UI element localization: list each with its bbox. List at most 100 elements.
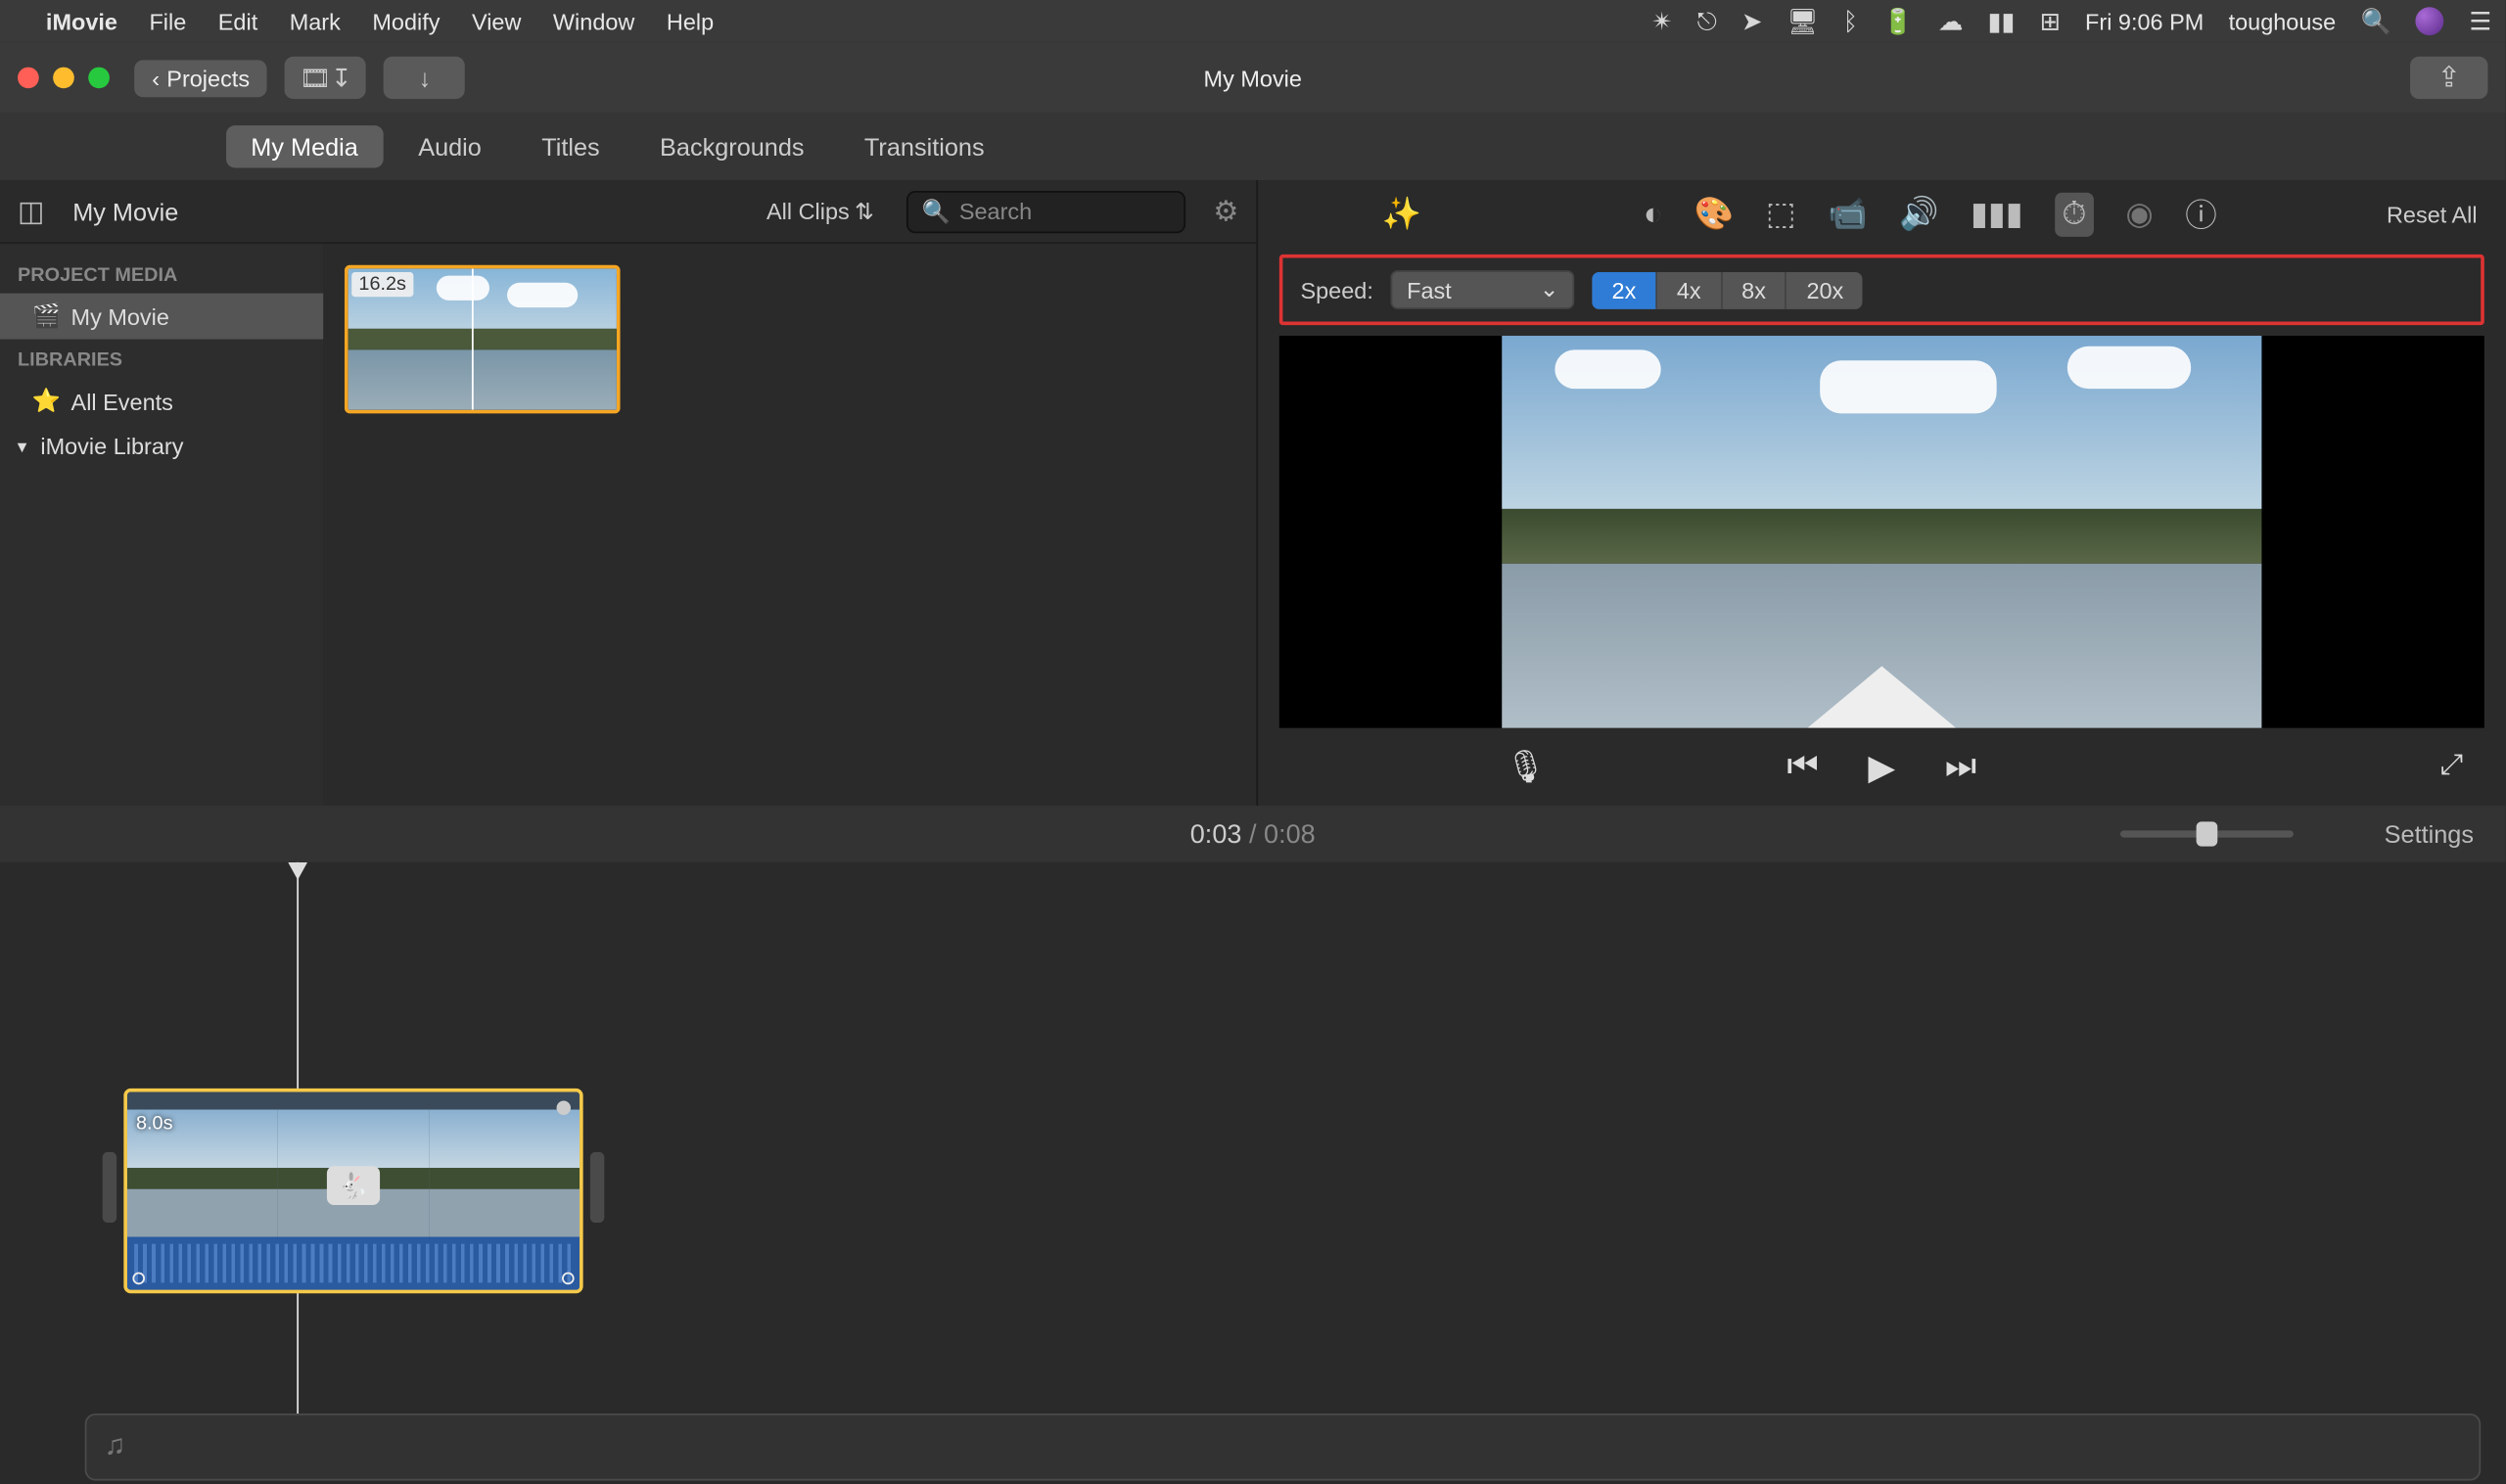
speed-controls-highlight: Speed: Fast⌄ 2x 4x 8x 20x	[1279, 255, 2484, 325]
video-overlay-icon[interactable]: ◉	[2125, 195, 2153, 232]
zoom-window-button[interactable]	[88, 68, 110, 89]
menu-edit[interactable]: Edit	[218, 8, 257, 34]
wechat-icon[interactable]: ✴	[1651, 6, 1672, 36]
speed-icon[interactable]: ⏱	[2055, 192, 2094, 236]
info-icon[interactable]: ⓘ	[2185, 191, 2216, 237]
next-button[interactable]: ⏭	[1945, 747, 1976, 788]
speed-dropdown[interactable]: Fast⌄	[1391, 270, 1575, 309]
sidebar-toggle-icon[interactable]: ◫	[18, 194, 44, 229]
tab-backgrounds[interactable]: Backgrounds	[635, 125, 829, 167]
finder-icon[interactable]: ⎋	[1697, 6, 1717, 36]
audio-fade-out-handle[interactable]	[562, 1273, 575, 1285]
fullscreen-icon[interactable]: ⤢	[2440, 751, 2463, 782]
speed-20x-button[interactable]: 20x	[1787, 271, 1864, 308]
timeline[interactable]: 8.0s 🐇 ♫	[0, 862, 2505, 1481]
speed-8x-button[interactable]: 8x	[1722, 271, 1787, 308]
volume-icon[interactable]: 🔊	[1899, 195, 1938, 232]
siri-icon[interactable]	[2416, 7, 2444, 35]
media-clip-thumbnail[interactable]: 16.2s	[345, 265, 621, 414]
clip-speed-handle[interactable]	[557, 1101, 571, 1115]
library-sidebar: PROJECT MEDIA 🎬 My Movie LIBRARIES ⭐ All…	[0, 244, 323, 806]
sidebar-item-imovie-library[interactable]: ▼ iMovie Library	[0, 424, 323, 468]
projects-back-button[interactable]: ‹ Projects	[134, 59, 267, 96]
preview-viewer[interactable]	[1279, 336, 2484, 728]
tab-audio[interactable]: Audio	[394, 125, 506, 167]
sidebar-item-all-events[interactable]: ⭐ All Events	[0, 378, 323, 424]
timeline-settings-button[interactable]: Settings	[2385, 820, 2474, 849]
event-title: My Movie	[72, 197, 178, 225]
clip-filter-dropdown[interactable]: All Clips⇅	[766, 197, 874, 225]
clip-trim-handle-right[interactable]	[590, 1152, 604, 1223]
tab-my-media[interactable]: My Media	[226, 125, 383, 167]
import-media-button[interactable]: 🎞↧	[285, 57, 366, 99]
menu-file[interactable]: File	[149, 8, 186, 34]
magic-wand-icon[interactable]: ✨	[1382, 195, 1421, 232]
speed-4x-button[interactable]: 4x	[1657, 271, 1722, 308]
library-tabs: My Media Audio Titles Backgrounds Transi…	[0, 114, 2505, 181]
color-correction-icon[interactable]: 🎨	[1694, 195, 1734, 232]
speed-2x-button[interactable]: 2x	[1593, 271, 1657, 308]
share-button[interactable]: ⇪	[2410, 57, 2487, 99]
notification-center-icon[interactable]: ☰	[2469, 6, 2491, 36]
minimize-window-button[interactable]	[53, 68, 74, 89]
app-menu[interactable]: iMovie	[46, 8, 117, 34]
bluetooth-icon[interactable]: ᛒ	[1843, 7, 1858, 35]
sidebar-item-my-movie[interactable]: 🎬 My Movie	[0, 294, 323, 340]
clip-duration-label: 16.2s	[351, 272, 413, 297]
stabilization-icon[interactable]: 📹	[1828, 195, 1867, 232]
download-button[interactable]: ↓	[384, 57, 465, 99]
background-audio-track[interactable]: ♫	[85, 1414, 2482, 1481]
menubar-clock[interactable]: Fri 9:06 PM	[2085, 8, 2204, 34]
grid-icon[interactable]: ⊞	[2040, 6, 2061, 36]
menubar-user[interactable]: toughouse	[2229, 8, 2337, 34]
voiceover-icon[interactable]: 🎙	[1506, 748, 1546, 785]
noise-eq-icon[interactable]: ▮▮▮	[1971, 195, 2023, 232]
reset-all-button[interactable]: Reset All	[2387, 201, 2478, 227]
updown-icon: ⇅	[855, 197, 874, 225]
clip-trim-handle-left[interactable]	[103, 1152, 116, 1223]
chevron-left-icon: ‹	[152, 65, 160, 91]
search-placeholder: Search	[959, 198, 1032, 224]
timecode-display: 0:03 / 0:08	[1190, 819, 1316, 850]
menu-modify[interactable]: Modify	[372, 8, 440, 34]
gear-icon[interactable]: ⚙	[1213, 194, 1238, 229]
sidebar-item-label: iMovie Library	[40, 433, 183, 459]
star-icon: ⭐	[31, 387, 60, 415]
battery-icon[interactable]: 🔋	[1882, 6, 1913, 36]
zoom-slider[interactable]	[2120, 830, 2294, 837]
cloud-icon[interactable]: ☁	[1938, 6, 1963, 36]
tab-transitions[interactable]: Transitions	[840, 125, 1009, 167]
clip-speed-badge: 🐇	[327, 1166, 380, 1205]
media-browser[interactable]: 16.2s	[323, 244, 1256, 806]
projects-label: Projects	[166, 65, 250, 91]
window-titlebar: ‹ Projects 🎞↧ ↓ My Movie ⇪	[0, 42, 2505, 113]
audio-fade-in-handle[interactable]	[132, 1273, 145, 1285]
speed-multiplier-group: 2x 4x 8x 20x	[1593, 271, 1863, 308]
menu-window[interactable]: Window	[553, 8, 634, 34]
menu-mark[interactable]: Mark	[290, 8, 341, 34]
battery2-icon[interactable]: ▮▮	[1987, 6, 2015, 36]
speed-label: Speed:	[1300, 276, 1372, 302]
libraries-header: LIBRARIES	[0, 340, 323, 379]
spotlight-icon[interactable]: 🔍	[2360, 6, 2390, 36]
sidebar-item-label: My Movie	[71, 303, 169, 330]
adjustments-toolbar: ✨ ◐ 🎨 ⬚ 📹 🔊 ▮▮▮ ⏱ ◉ ⓘ Reset All	[1258, 180, 2505, 248]
location-icon[interactable]: ➤	[1741, 6, 1762, 36]
macos-menubar: iMovie File Edit Mark Modify View Window…	[0, 0, 2505, 42]
search-icon: 🔍	[922, 197, 951, 225]
tab-titles[interactable]: Titles	[517, 125, 625, 167]
search-input[interactable]: 🔍 Search	[905, 190, 1184, 232]
play-button[interactable]: ▶	[1868, 745, 1895, 789]
color-balance-icon[interactable]: ◐	[1644, 195, 1663, 232]
traffic-lights	[18, 68, 110, 89]
menu-help[interactable]: Help	[667, 8, 714, 34]
music-note-icon: ♫	[104, 1431, 125, 1462]
prev-button[interactable]: ⏮	[1787, 747, 1818, 788]
timeline-clip-duration: 8.0s	[136, 1113, 173, 1135]
menu-view[interactable]: View	[472, 8, 521, 34]
close-window-button[interactable]	[18, 68, 39, 89]
timeline-clip[interactable]: 8.0s 🐇	[123, 1089, 582, 1293]
crop-icon[interactable]: ⬚	[1766, 195, 1796, 232]
display-icon[interactable]: 🖥	[1787, 6, 1818, 36]
disclosure-triangle-icon[interactable]: ▼	[14, 438, 29, 455]
